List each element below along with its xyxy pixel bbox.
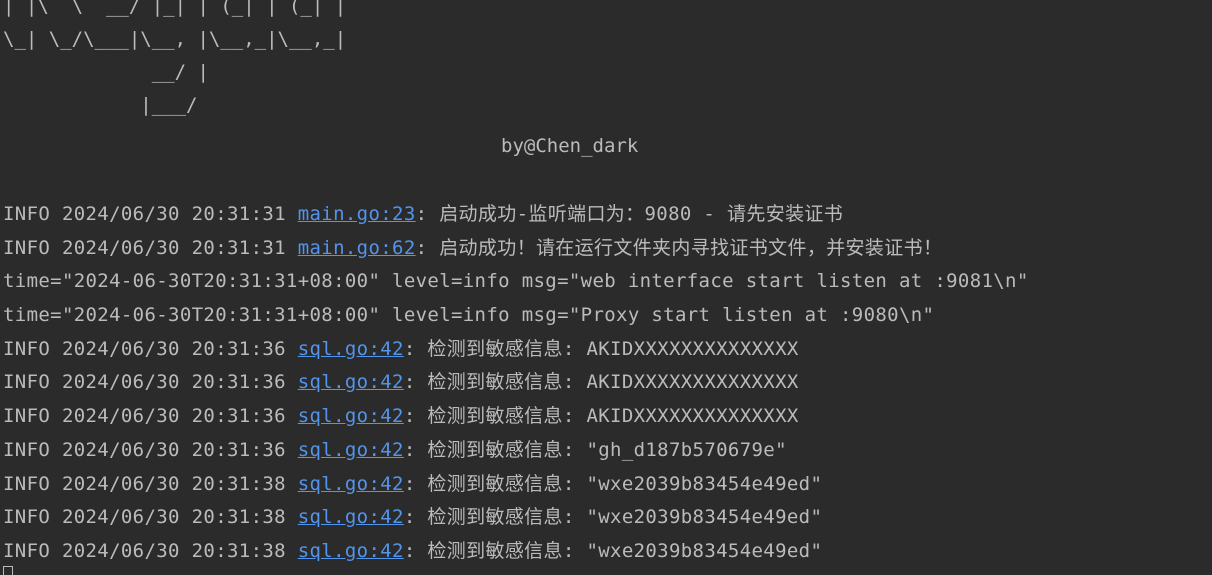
source-link[interactable]: sql.go:42: [298, 405, 404, 427]
log-message: : 检测到敏感信息: AKIDXXXXXXXXXXXXXX: [403, 371, 799, 394]
log-line: INFO 2024/06/30 20:31:38 sql.go:42: 检测到敏…: [3, 501, 1029, 535]
log-message: : 检测到敏感信息: "wxe2039b83454e49ed": [403, 539, 823, 562]
source-link[interactable]: sql.go:42: [298, 506, 404, 528]
log-line: INFO 2024/06/30 20:31:31 main.go:23: 启动成…: [3, 198, 1029, 232]
ascii-art-banner: | |\ \ __/ |_| | (_| | (_| | \_| \_/\___…: [3, 0, 347, 116]
log-line: INFO 2024/06/30 20:31:36 sql.go:42: 检测到敏…: [3, 333, 1029, 367]
source-link[interactable]: sql.go:42: [298, 338, 404, 360]
log-line: INFO 2024/06/30 20:31:36 sql.go:42: 检测到敏…: [3, 366, 1029, 400]
log-line: INFO 2024/06/30 20:31:36 sql.go:42: 检测到敏…: [3, 400, 1029, 434]
log-prefix: INFO 2024/06/30 20:31:36: [3, 337, 298, 360]
log-message: : 检测到敏感信息: "gh_d187b570679e": [403, 438, 787, 461]
log-message: : 启动成功-监听端口为：9080 - 请先安装证书: [415, 203, 844, 225]
terminal-output[interactable]: | |\ \ __/ |_| | (_| | (_| | \_| \_/\___…: [0, 0, 1212, 575]
log-line: INFO 2024/06/30 20:31:31 main.go:62: 启动成…: [3, 232, 1029, 266]
log-message: : 检测到敏感信息: "wxe2039b83454e49ed": [403, 472, 823, 495]
log-line: INFO 2024/06/30 20:31:36 sql.go:42: 检测到敏…: [3, 434, 1029, 468]
log-message: : 检测到敏感信息: AKIDXXXXXXXXXXXXXX: [403, 337, 799, 360]
log-message: : 检测到敏感信息: "wxe2039b83454e49ed": [403, 506, 823, 529]
source-link[interactable]: sql.go:42: [298, 439, 404, 461]
log-list: INFO 2024/06/30 20:31:31 main.go:23: 启动成…: [3, 198, 1029, 569]
source-link[interactable]: sql.go:42: [298, 473, 404, 495]
author-credit: by@Chen_dark: [501, 135, 639, 157]
log-line: INFO 2024/06/30 20:31:38 sql.go:42: 检测到敏…: [3, 535, 1029, 569]
source-link[interactable]: sql.go:42: [298, 371, 404, 393]
log-prefix: INFO 2024/06/30 20:31:31: [3, 203, 298, 225]
source-link[interactable]: main.go:62: [298, 237, 416, 259]
source-link[interactable]: main.go:23: [298, 203, 416, 225]
log-message: : 检测到敏感信息: AKIDXXXXXXXXXXXXXX: [403, 405, 799, 428]
source-link[interactable]: sql.go:42: [298, 540, 404, 562]
log-line: INFO 2024/06/30 20:31:38 sql.go:42: 检测到敏…: [3, 468, 1029, 502]
terminal-cursor: [3, 566, 13, 575]
log-line: time="2024-06-30T20:31:31+08:00" level=i…: [3, 304, 935, 327]
log-line: time="2024-06-30T20:31:31+08:00" level=i…: [3, 270, 1029, 293]
log-prefix: INFO 2024/06/30 20:31:31: [3, 236, 298, 259]
log-prefix: INFO 2024/06/30 20:31:36: [3, 371, 298, 394]
log-prefix: INFO 2024/06/30 20:31:38: [3, 472, 298, 495]
log-prefix: INFO 2024/06/30 20:31:38: [3, 539, 298, 562]
log-message: : 启动成功！请在运行文件夹内寻找证书文件，并安装证书！: [415, 236, 943, 259]
log-prefix: INFO 2024/06/30 20:31:36: [3, 405, 298, 428]
log-prefix: INFO 2024/06/30 20:31:36: [3, 438, 298, 461]
log-prefix: INFO 2024/06/30 20:31:38: [3, 506, 298, 529]
